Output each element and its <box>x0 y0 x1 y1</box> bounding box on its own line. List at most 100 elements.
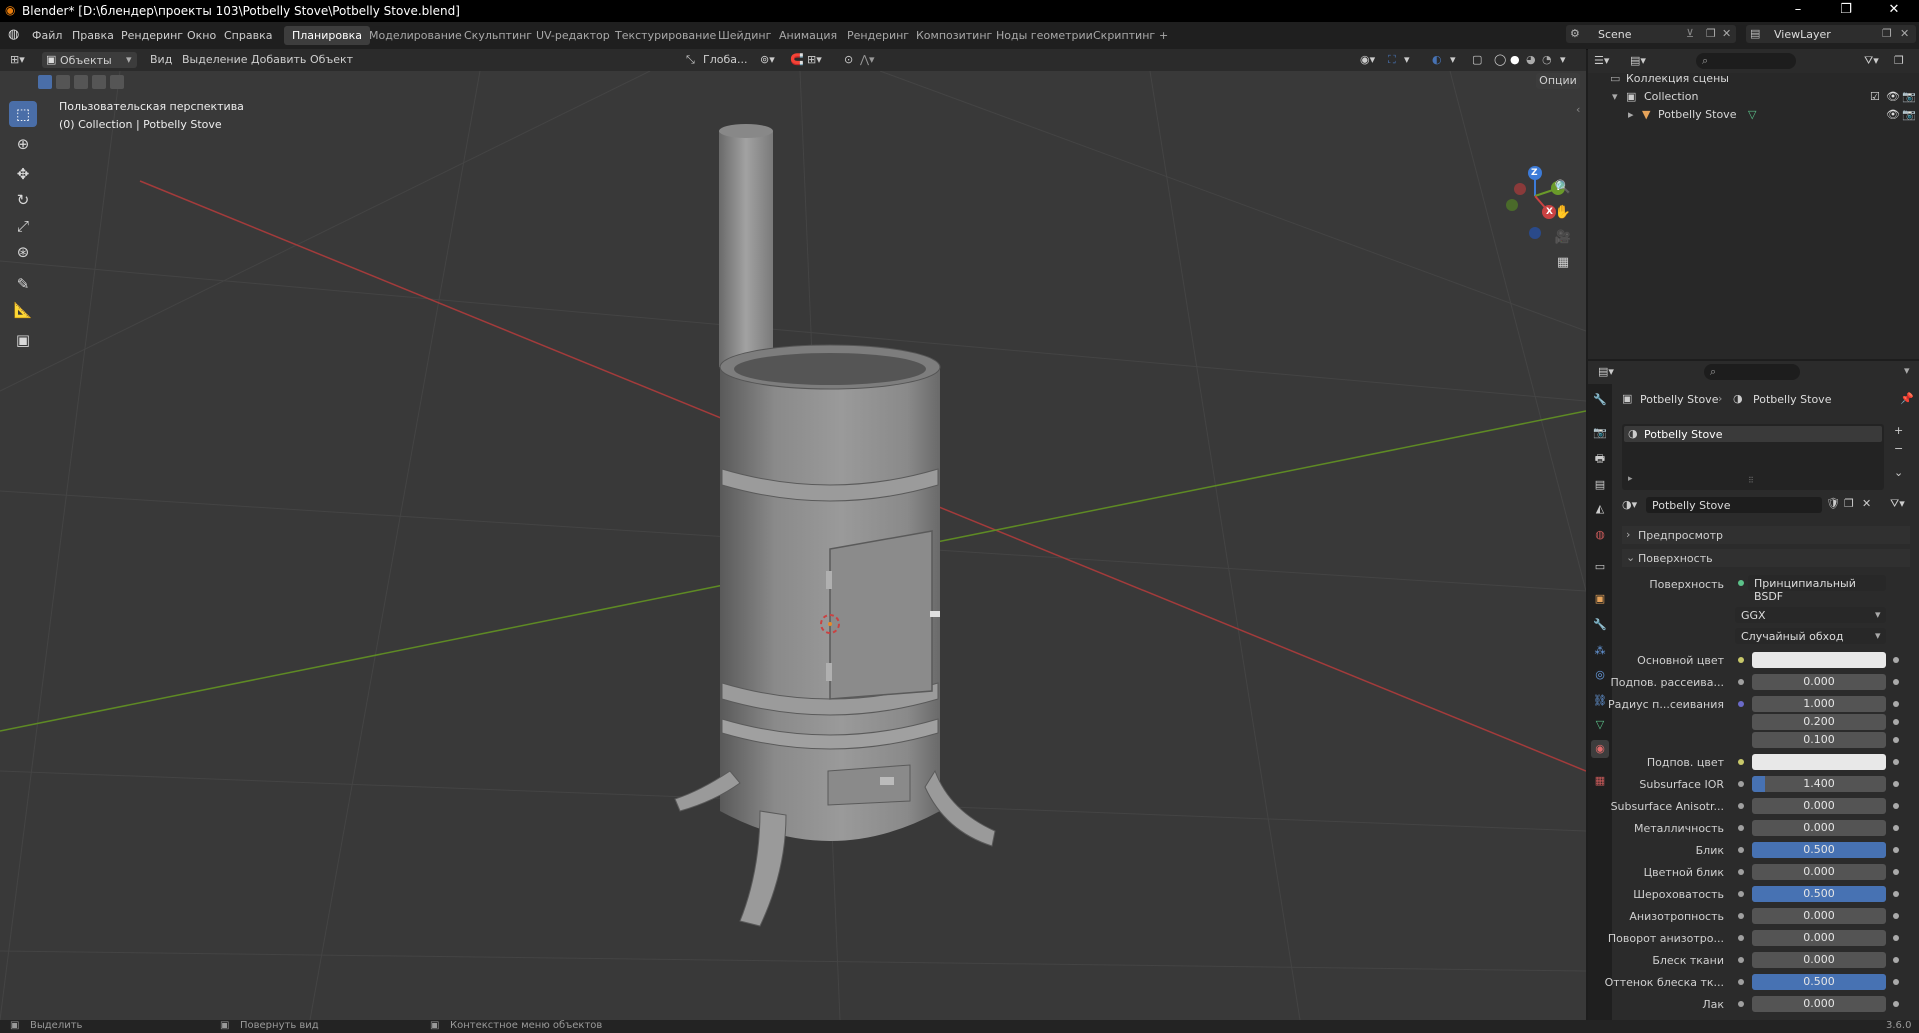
tab-texture-paint[interactable]: Текстурирование <box>607 26 724 45</box>
remove-slot-icon[interactable]: − <box>1894 442 1903 455</box>
keyframe-dot[interactable] <box>1893 891 1899 897</box>
socket-dot[interactable] <box>1738 913 1744 919</box>
socket-dot[interactable] <box>1738 701 1744 707</box>
material-slot-list[interactable]: ◑ Potbelly Stove ▸ ⠿ <box>1622 424 1884 490</box>
preview-panel-header[interactable]: › Предпросмотр <box>1622 526 1910 544</box>
visibility-icon[interactable]: ◉▾ <box>1360 52 1375 68</box>
tab-animation[interactable]: Анимация <box>771 26 845 45</box>
add-workspace-button[interactable]: + <box>1151 26 1176 45</box>
render-camera-icon[interactable]: 📷 <box>1902 106 1916 124</box>
subsurface-method-dropdown[interactable]: Случайный обход ▾ <box>1735 628 1886 644</box>
camera-icon[interactable]: 🎥 <box>1552 227 1574 249</box>
keyframe-dot[interactable] <box>1893 657 1899 663</box>
numeric-slider-field[interactable]: 0.000 <box>1752 864 1886 880</box>
material-name-field[interactable]: Potbelly Stove <box>1646 497 1822 513</box>
collapse-arrow-icon[interactable]: ‹ <box>1576 103 1580 116</box>
expand-arrow-icon[interactable]: ▾ <box>1612 88 1618 106</box>
node-link-icon[interactable]: ⛛▾ <box>1890 497 1905 511</box>
overlay-dropdown-icon[interactable]: ▾ <box>1450 52 1456 68</box>
outliner-editor-icon[interactable]: ☰▾ <box>1594 54 1609 67</box>
properties-search-input[interactable]: ⌕ <box>1704 364 1800 380</box>
tab-rendering[interactable]: Рендеринг <box>839 26 917 45</box>
world-tab-icon[interactable]: ◍ <box>1591 526 1609 544</box>
fake-user-icon[interactable]: 🛡 <box>1826 497 1840 510</box>
socket-dot[interactable] <box>1738 781 1744 787</box>
socket-dot[interactable] <box>1738 657 1744 663</box>
socket-dot[interactable] <box>1738 1001 1744 1007</box>
xray-icon[interactable]: ▢ <box>1472 52 1482 68</box>
keyframe-dot[interactable] <box>1893 935 1899 941</box>
rendered-shading-icon[interactable]: ◔ <box>1542 52 1552 68</box>
menu-help[interactable]: Справка <box>224 29 272 42</box>
tab-geometry-nodes[interactable]: Ноды геометрии <box>988 26 1101 45</box>
chevron-down-icon[interactable]: ⌄ <box>1894 466 1903 479</box>
numeric-slider-field[interactable]: 0.000 <box>1752 820 1886 836</box>
numeric-slider-field[interactable]: 0.000 <box>1752 930 1886 946</box>
gizmo-toggle-icon[interactable]: ⛶ <box>1388 52 1396 68</box>
view-layer-tab-icon[interactable]: ▤ <box>1591 476 1609 494</box>
output-tab-icon[interactable]: 🖶 <box>1591 450 1609 468</box>
numeric-slider-field[interactable]: 0.500 <box>1752 842 1886 858</box>
socket-dot[interactable] <box>1738 759 1744 765</box>
browse-material-icon[interactable]: ◑▾ <box>1622 498 1637 511</box>
data-tab-icon[interactable]: ▽ <box>1591 716 1609 734</box>
resize-handle-icon[interactable]: ⠿ <box>1748 476 1754 485</box>
solid-shading-icon[interactable]: ● <box>1510 52 1520 68</box>
unlink-material-icon[interactable]: ✕ <box>1862 497 1871 510</box>
new-collection-icon[interactable]: ❐ <box>1894 54 1904 67</box>
snap-icon[interactable]: 🧲 <box>790 52 804 68</box>
keyframe-dot[interactable] <box>1893 1001 1899 1007</box>
socket-dot[interactable] <box>1738 825 1744 831</box>
numeric-slider-field[interactable]: 0.000 <box>1752 908 1886 924</box>
wireframe-shading-icon[interactable]: ◯ <box>1494 52 1506 68</box>
numeric-slider-field[interactable]: 0.000 <box>1752 798 1886 814</box>
keyframe-dot[interactable] <box>1893 913 1899 919</box>
close-button[interactable]: ✕ <box>1871 0 1917 22</box>
display-mode-icon[interactable]: ▤▾ <box>1630 54 1646 67</box>
material-tab-icon[interactable]: ◉ <box>1591 740 1609 758</box>
falloff-icon[interactable]: ⋀▾ <box>860 52 875 68</box>
eye-icon[interactable]: 👁 <box>1886 106 1900 124</box>
numeric-slider-field[interactable]: 1.000 <box>1752 696 1886 712</box>
menu-render[interactable]: Рендеринг <box>121 29 183 42</box>
expand-arrow-icon[interactable]: ▸ <box>1628 474 1633 484</box>
numeric-slider-field[interactable]: 1.400 <box>1752 776 1886 792</box>
delete-scene-icon[interactable]: ✕ <box>1722 27 1731 40</box>
menu-view[interactable]: Вид <box>150 52 172 68</box>
add-cube-tool[interactable]: ▣ <box>9 327 37 353</box>
tree-row-object[interactable]: ▸ ▼ Potbelly Stove ▽ 👁 📷 <box>1588 106 1919 124</box>
pan-hand-icon[interactable]: ✋ <box>1552 202 1574 224</box>
keyframe-dot[interactable] <box>1893 957 1899 963</box>
socket-dot[interactable] <box>1738 957 1744 963</box>
view-layer-selector[interactable]: ▤ ViewLayer ❐ ✕ <box>1746 25 1916 43</box>
numeric-slider-field[interactable]: 0.000 <box>1752 996 1886 1012</box>
object-tab-icon[interactable]: ▣ <box>1591 590 1609 608</box>
render-tab-icon[interactable]: 📷 <box>1591 424 1609 442</box>
keyframe-dot[interactable] <box>1893 737 1899 743</box>
material-slot-row[interactable]: ◑ Potbelly Stove <box>1624 426 1882 442</box>
numeric-slider-field[interactable]: 0.500 <box>1752 886 1886 902</box>
orientation-dropdown[interactable]: Глоба... <box>703 52 747 68</box>
expand-arrow-icon[interactable]: ▸ <box>1628 106 1634 124</box>
select-subtract-icon[interactable] <box>74 75 88 89</box>
material-shading-icon[interactable]: ◕ <box>1526 52 1536 68</box>
maximize-button[interactable]: ❐ <box>1823 0 1869 22</box>
keyframe-dot[interactable] <box>1893 719 1899 725</box>
shading-dropdown-icon[interactable]: ▾ <box>1560 52 1566 68</box>
keyframe-dot[interactable] <box>1893 847 1899 853</box>
tab-layout[interactable]: Планировка <box>284 26 370 45</box>
outliner-search-input[interactable]: ⌕ <box>1696 53 1796 69</box>
tab-modeling[interactable]: Моделирование <box>361 26 470 45</box>
add-slot-icon[interactable]: + <box>1894 424 1903 437</box>
overlay-toggle-icon[interactable]: ◐ <box>1432 52 1442 68</box>
select-extend-icon[interactable] <box>56 75 70 89</box>
menu-window[interactable]: Окно <box>187 29 216 42</box>
keyframe-dot[interactable] <box>1893 803 1899 809</box>
select-new-icon[interactable] <box>38 75 52 89</box>
texture-tab-icon[interactable]: ▦ <box>1591 772 1609 790</box>
blender-menu-icon[interactable]: ◍ <box>8 27 19 42</box>
numeric-slider-field[interactable]: 0.000 <box>1752 674 1886 690</box>
socket-dot[interactable] <box>1738 679 1744 685</box>
socket-dot[interactable] <box>1738 869 1744 875</box>
filter-icon[interactable]: ⛛▾ <box>1864 54 1879 68</box>
